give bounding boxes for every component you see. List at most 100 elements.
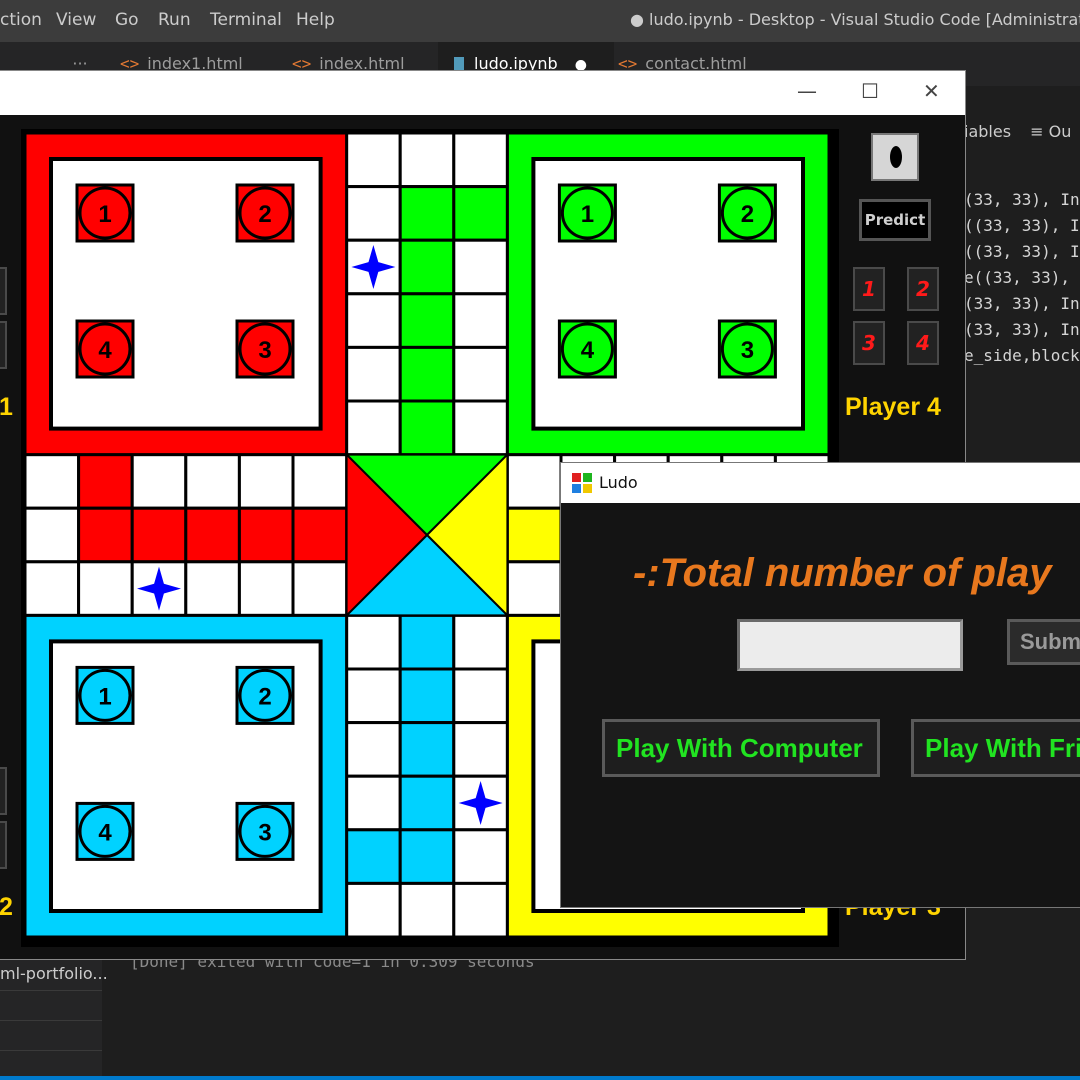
variables-button[interactable]: iables <box>964 122 1011 141</box>
player1-roll-button-partial[interactable] <box>0 321 7 369</box>
track-cell <box>23 506 81 564</box>
player4-token4-button[interactable]: 4 <box>907 321 939 365</box>
track-cell <box>452 185 509 242</box>
maximize-icon[interactable]: ☐ <box>861 79 879 103</box>
track-cell <box>77 506 134 564</box>
menu-selection[interactable]: ction <box>0 10 42 30</box>
track-cell <box>345 667 402 725</box>
track-cell <box>452 131 509 189</box>
track-cell <box>345 774 402 832</box>
code-line: e((33, 33), <box>964 268 1070 287</box>
window-title: ● ludo.ipynb - Desktop - Visual Studio C… <box>630 10 1080 29</box>
track-cell <box>398 399 456 457</box>
track-cell <box>505 453 563 510</box>
token-red-number: 4 <box>98 337 112 364</box>
track-cell <box>23 560 81 617</box>
code-line: ((33, 33), I <box>964 242 1080 261</box>
track-cell <box>398 131 456 189</box>
track-cell <box>452 613 509 671</box>
menu-help[interactable]: Help <box>296 10 335 30</box>
player2-roll-button-partial[interactable] <box>0 767 7 815</box>
track-cell <box>452 667 509 725</box>
code-line: (33, 33), In <box>964 320 1080 339</box>
play-with-friends-button[interactable]: Play With Friends <box>911 719 1080 777</box>
statusbar <box>0 1076 1080 1080</box>
token-green-number: 2 <box>741 201 754 228</box>
menu-go[interactable]: Go <box>115 10 139 30</box>
token-blue-number: 4 <box>98 819 112 846</box>
dialog-body: -:Total number of play Submit Play With … <box>561 503 1080 907</box>
code-snippet: (33, 33), In ((33, 33), I ((33, 33), I e… <box>964 190 1080 372</box>
token-red-number: 3 <box>258 337 271 364</box>
dialog-titlebar: Ludo <box>561 463 1080 503</box>
explorer-panel: ml-portfolio... <box>0 960 108 1080</box>
track-cell <box>452 721 509 778</box>
token-blue-number: 2 <box>258 683 271 710</box>
track-cell <box>345 345 402 403</box>
track-cell <box>398 774 456 832</box>
track-cell <box>130 506 188 564</box>
track-cell <box>184 453 241 510</box>
close-icon[interactable]: ✕ <box>923 79 940 103</box>
player4-token3-button[interactable]: 3 <box>853 321 885 365</box>
track-cell <box>184 506 241 564</box>
minimize-icon[interactable]: — <box>797 79 817 103</box>
track-cell <box>452 881 509 939</box>
token-red-number: 1 <box>98 201 111 228</box>
token-red-number: 2 <box>258 201 271 228</box>
code-line: (33, 33), In <box>964 190 1080 209</box>
track-cell <box>23 453 81 510</box>
player1-label: 1 <box>0 393 13 421</box>
menu-view[interactable]: View <box>56 10 96 30</box>
track-cell <box>398 345 456 403</box>
track-cell <box>398 828 456 885</box>
player4-token2-button[interactable]: 2 <box>907 267 939 311</box>
track-cell <box>452 238 509 296</box>
track-cell <box>345 613 402 671</box>
notebook-toolbar: iables ≡ Ou <box>964 122 1071 141</box>
token-green-number: 4 <box>581 337 595 364</box>
track-cell <box>291 506 349 564</box>
track-cell <box>452 828 509 885</box>
track-cell <box>77 453 134 510</box>
token-green-number: 1 <box>581 201 594 228</box>
track-cell <box>398 185 456 242</box>
track-cell <box>291 560 349 617</box>
predict-button[interactable]: Predict <box>859 199 931 241</box>
menu-run[interactable]: Run <box>158 10 191 30</box>
player4-token1-button[interactable]: 1 <box>853 267 885 311</box>
explorer-item[interactable]: ml-portfolio... <box>0 964 108 983</box>
track-cell <box>345 131 402 189</box>
track-cell <box>398 667 456 725</box>
track-cell <box>452 345 509 403</box>
track-cell <box>345 828 402 885</box>
track-cell <box>345 881 402 939</box>
track-cell <box>452 292 509 349</box>
track-cell <box>77 560 134 617</box>
player4-label: Player 4 <box>845 393 941 421</box>
vscode-menubar: ction View Go Run Terminal Help ● ludo.i… <box>0 0 1080 42</box>
player1-roll-button-partial[interactable] <box>0 267 7 315</box>
code-line: (33, 33), In <box>964 294 1080 313</box>
track-cell <box>398 881 456 939</box>
player-count-input[interactable] <box>737 619 963 671</box>
notebook-icon <box>454 57 464 71</box>
track-cell <box>505 560 563 617</box>
code-line: ((33, 33), I <box>964 216 1080 235</box>
track-cell <box>130 453 188 510</box>
track-cell <box>505 506 563 564</box>
track-cell <box>398 721 456 778</box>
track-cell <box>345 292 402 349</box>
outline-button[interactable]: ≡ Ou <box>1030 122 1071 141</box>
track-cell <box>237 506 295 564</box>
play-with-computer-button[interactable]: Play With Computer <box>602 719 880 777</box>
player2-roll-button-partial[interactable] <box>0 821 7 869</box>
submit-button[interactable]: Submit <box>1007 619 1080 665</box>
menu-terminal[interactable]: Terminal <box>210 10 282 30</box>
track-cell <box>345 185 402 242</box>
track-cell <box>398 613 456 671</box>
track-cell <box>345 399 402 457</box>
track-cell <box>291 453 349 510</box>
dialog-title: Ludo <box>599 473 638 492</box>
dice[interactable] <box>871 133 919 181</box>
